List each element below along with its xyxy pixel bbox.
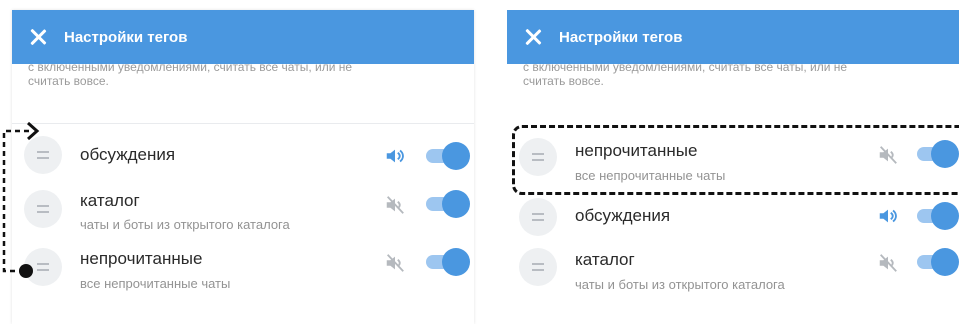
tag-title: каталог bbox=[575, 250, 635, 269]
close-icon[interactable] bbox=[28, 27, 48, 47]
tag-toggle[interactable] bbox=[426, 142, 470, 170]
tag-subtitle: чаты и боты из открытого каталога bbox=[575, 277, 785, 292]
tag-settings-panel-before: Настройки тегов с включенными уведомлени… bbox=[12, 10, 474, 324]
speaker-muted-icon[interactable] bbox=[384, 252, 406, 274]
settings-description: с включенными уведомлениями, считать все… bbox=[12, 60, 474, 124]
settings-description: с включенными уведомлениями, считать все… bbox=[507, 60, 959, 124]
tag-title: непрочитанные bbox=[80, 249, 203, 268]
tag-title: непрочитанные bbox=[575, 141, 698, 160]
tag-subtitle: чаты и боты из открытого каталога bbox=[80, 217, 290, 232]
tag-toggle[interactable] bbox=[917, 140, 959, 168]
tag-row-discussions: обсуждения bbox=[12, 128, 474, 184]
tag-row-catalog: каталог чаты и боты из открытого каталог… bbox=[12, 184, 474, 240]
tag-toggle[interactable] bbox=[426, 248, 470, 276]
tag-toggle[interactable] bbox=[917, 202, 959, 230]
tag-title: обсуждения bbox=[575, 206, 671, 225]
speaker-on-icon[interactable] bbox=[384, 145, 406, 167]
speaker-on-icon[interactable] bbox=[877, 205, 899, 227]
description-line-2: считать вовсе. bbox=[28, 74, 109, 88]
description-line-2: считать вовсе. bbox=[523, 74, 604, 88]
panel-title: Настройки тегов bbox=[559, 28, 683, 46]
panel-title: Настройки тегов bbox=[64, 28, 188, 46]
speaker-muted-icon[interactable] bbox=[877, 252, 899, 274]
tag-subtitle: все непрочитанные чаты bbox=[575, 168, 726, 183]
drag-handle-icon[interactable] bbox=[519, 138, 557, 176]
tag-row-unread: непрочитанные все непрочитанные чаты bbox=[12, 244, 474, 300]
tag-row-unread: непрочитанные все непрочитанные чаты bbox=[507, 124, 959, 194]
drag-handle-icon[interactable] bbox=[24, 136, 62, 174]
drag-handle-icon[interactable] bbox=[24, 248, 62, 286]
close-icon[interactable] bbox=[523, 27, 543, 47]
tag-toggle[interactable] bbox=[917, 248, 959, 276]
drag-handle-icon[interactable] bbox=[519, 248, 557, 286]
tag-settings-panel-after: Настройки тегов с включенными уведомлени… bbox=[507, 10, 959, 324]
tag-title: каталог bbox=[80, 191, 140, 210]
tag-row-catalog: каталог чаты и боты из открытого каталог… bbox=[507, 244, 959, 300]
tag-title: обсуждения bbox=[80, 145, 176, 164]
panel-header: Настройки тегов bbox=[507, 10, 959, 64]
speaker-muted-icon[interactable] bbox=[384, 194, 406, 216]
drag-handle-icon[interactable] bbox=[519, 198, 557, 236]
tag-subtitle: все непрочитанные чаты bbox=[80, 276, 231, 291]
panel-header: Настройки тегов bbox=[12, 10, 474, 64]
tag-toggle[interactable] bbox=[426, 190, 470, 218]
speaker-muted-icon[interactable] bbox=[877, 144, 899, 166]
tag-row-discussions: обсуждения bbox=[507, 194, 959, 242]
drag-handle-icon[interactable] bbox=[24, 190, 62, 228]
